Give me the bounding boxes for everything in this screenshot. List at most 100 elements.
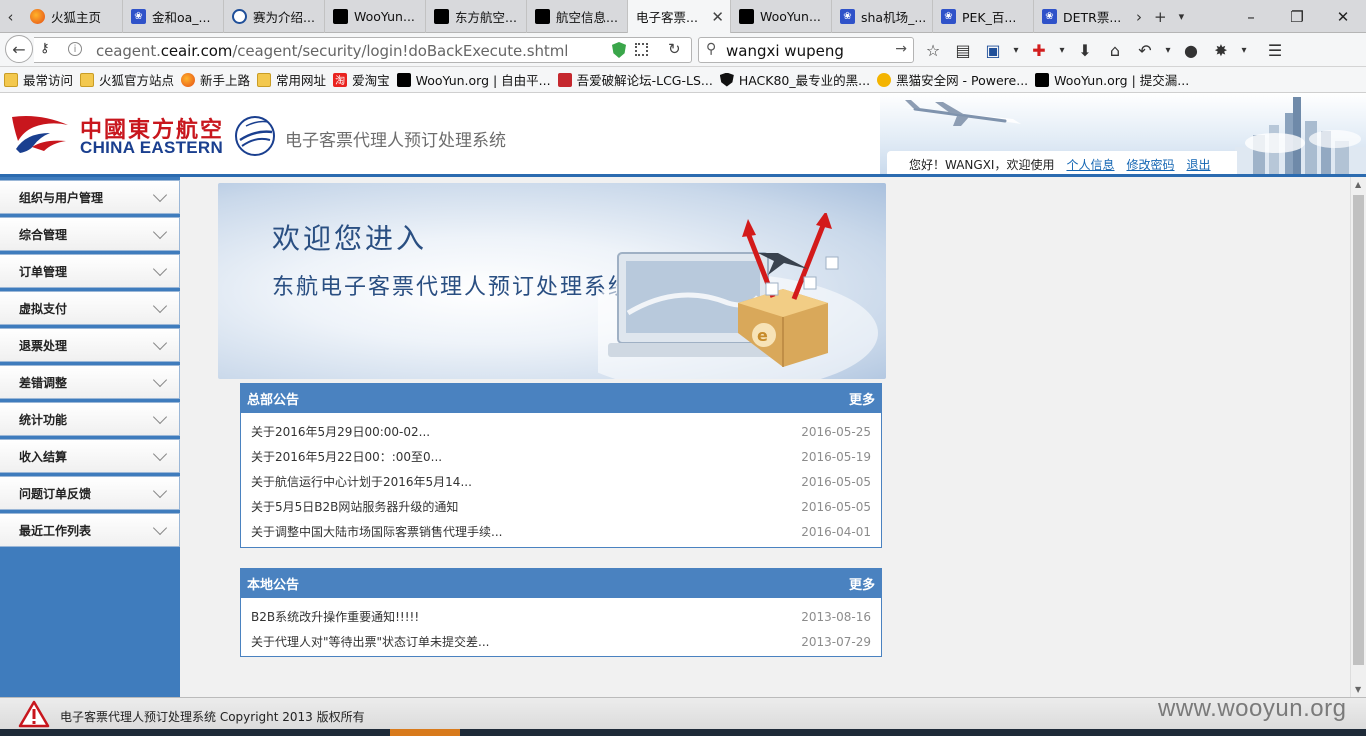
scrollbar-thumb[interactable]: [1353, 195, 1364, 665]
bookmark-item[interactable]: 吾爱破解论坛-LCG-LS...: [557, 70, 713, 89]
health-plus-icon[interactable]: ✚: [1024, 39, 1054, 61]
bookmark-item[interactable]: 新手上路: [181, 70, 250, 89]
bookmark-label: HACK80_最专业的黑...: [738, 73, 871, 88]
maximize-icon[interactable]: ❐: [1274, 0, 1320, 33]
shield-icon[interactable]: [612, 42, 626, 58]
notice-title[interactable]: 关于2016年5月29日00:00-02...: [251, 423, 430, 440]
logout-link[interactable]: 退出: [1187, 156, 1211, 173]
sidebar-item-virtual-payment[interactable]: 虚拟支付: [0, 291, 180, 325]
reload-icon[interactable]: ↻: [668, 40, 681, 58]
notice-row[interactable]: B2B系统改升操作重要通知!!!!! 2013-08-16: [251, 604, 871, 629]
profile-link[interactable]: 个人信息: [1066, 156, 1114, 173]
dropdown-icon[interactable]: ▾: [1160, 39, 1176, 61]
download-icon[interactable]: ⬇: [1070, 39, 1100, 61]
browser-tab[interactable]: ❀ DETR票...: [1034, 0, 1134, 33]
sidebar-item-order-management[interactable]: 订单管理: [0, 254, 180, 288]
save-icon[interactable]: ▣: [978, 39, 1008, 61]
sidebar-item-recent-work-list[interactable]: 最近工作列表: [0, 513, 180, 547]
taskbar-strip: [0, 729, 1366, 736]
browser-tab[interactable]: 东方航空...: [426, 0, 527, 33]
bookmark-item[interactable]: 最常访问: [4, 70, 73, 89]
sidebar-item-org-user-management[interactable]: 组织与用户管理: [0, 180, 180, 214]
url-text[interactable]: ceagent.ceair.com/ceagent/security/login…: [96, 42, 568, 60]
notice-title[interactable]: 关于5月5日B2B网站服务器升级的通知: [251, 498, 458, 515]
scroll-up-icon[interactable]: ▲: [1355, 180, 1361, 189]
address-bar[interactable]: ⚷ i ceagent.ceair.com/ceagent/security/l…: [34, 37, 692, 63]
bookmark-item[interactable]: 火狐官方站点: [80, 70, 174, 89]
bookmark-item[interactable]: 黑猫安全网 - Powere...: [877, 70, 1028, 89]
search-input[interactable]: wangxi wupeng: [726, 42, 844, 60]
vertical-scrollbar[interactable]: ▲ ▼: [1350, 177, 1366, 697]
home-icon[interactable]: ⌂: [1100, 39, 1130, 61]
notice-row[interactable]: 关于航信运行中心计划于2016年5月14... 2016-05-05: [251, 469, 871, 494]
more-link[interactable]: 更多: [849, 389, 875, 408]
warning-icon: [18, 700, 50, 728]
bookmark-star-icon[interactable]: ☆: [918, 39, 948, 61]
notice-row[interactable]: 关于代理人对"等待出票"状态订单未提交差... 2013-07-29: [251, 629, 871, 654]
tab-list-icon[interactable]: ▾: [1179, 10, 1185, 23]
browser-tab[interactable]: 赛为介绍...: [224, 0, 325, 33]
wooyun-icon: [1035, 72, 1050, 87]
addon-icon[interactable]: ✸: [1206, 39, 1236, 61]
notice-title[interactable]: B2B系统改升操作重要通知!!!!!: [251, 608, 419, 625]
dropdown-icon[interactable]: ▾: [1236, 39, 1252, 61]
dropdown-icon[interactable]: ▾: [1008, 39, 1024, 61]
search-bar[interactable]: ⚲ wangxi wupeng →: [698, 37, 914, 63]
panel-title: 总部公告: [247, 393, 300, 408]
dropdown-icon[interactable]: ▾: [1054, 39, 1070, 61]
notice-title[interactable]: 关于调整中国大陆市场国际客票销售代理手续...: [251, 523, 502, 540]
sidebar-item-label: 退票处理: [19, 338, 68, 353]
browser-tab[interactable]: WooYun...: [731, 0, 832, 33]
window-close-icon[interactable]: ✕: [1320, 0, 1366, 33]
key-icon[interactable]: ⚷: [40, 41, 50, 56]
browser-tab[interactable]: ❀ 金和oa_...: [123, 0, 224, 33]
info-icon[interactable]: i: [68, 42, 82, 56]
change-password-link[interactable]: 修改密码: [1126, 156, 1174, 173]
tab-scroll-left-icon[interactable]: ‹: [0, 0, 21, 33]
bookmark-item[interactable]: WooYun.org | 自由平...: [396, 70, 551, 89]
notice-row[interactable]: 关于5月5日B2B网站服务器升级的通知 2016-05-05: [251, 494, 871, 519]
browser-tab[interactable]: ❀ sha机场_...: [832, 0, 933, 33]
browser-tab-active[interactable]: 电子客票... ✕: [628, 0, 731, 33]
tab-scroll-right-icon[interactable]: ›: [1136, 8, 1142, 26]
notice-title[interactable]: 关于航信运行中心计划于2016年5月14...: [251, 473, 472, 490]
sidebar-item-error-adjustment[interactable]: 差错调整: [0, 365, 180, 399]
browser-tab[interactable]: ❀ PEK_百...: [933, 0, 1034, 33]
airplane-icon: [899, 100, 1021, 126]
close-tab-icon[interactable]: ✕: [711, 8, 724, 26]
notice-title[interactable]: 关于代理人对"等待出票"状态订单未提交差...: [251, 633, 489, 650]
sidebar-item-label: 虚拟支付: [19, 301, 68, 316]
bookmark-item[interactable]: HACK80_最专业的黑...: [719, 70, 871, 89]
back-button[interactable]: ←: [5, 35, 33, 63]
bookmark-label: 常用网址: [276, 73, 327, 88]
notice-title[interactable]: 关于2016年5月22日00：:00至0...: [251, 448, 442, 465]
scroll-down-icon[interactable]: ▼: [1355, 685, 1361, 694]
sidebar-item-refund-processing[interactable]: 退票处理: [0, 328, 180, 362]
menu-icon[interactable]: ☰: [1260, 39, 1290, 61]
chat-icon[interactable]: ●: [1176, 39, 1206, 61]
new-tab-icon[interactable]: +: [1154, 8, 1167, 26]
sidebar-item-problem-order-feedback[interactable]: 问题订单反馈: [0, 476, 180, 510]
chevron-down-icon: [152, 261, 168, 277]
more-link[interactable]: 更多: [849, 574, 875, 593]
sidebar-item-general-management[interactable]: 综合管理: [0, 217, 180, 251]
notice-row[interactable]: 关于2016年5月22日00：:00至0... 2016-05-19: [251, 444, 871, 469]
reading-list-icon[interactable]: ▤: [948, 39, 978, 61]
bookmark-item[interactable]: WooYun.org | 提交漏...: [1035, 70, 1189, 89]
folder-icon: [80, 72, 95, 87]
search-go-icon[interactable]: →: [895, 41, 907, 57]
browser-tab[interactable]: 航空信息...: [527, 0, 628, 33]
minimize-icon[interactable]: –: [1228, 0, 1274, 33]
undo-icon[interactable]: ↶: [1130, 39, 1160, 61]
svg-text:e: e: [757, 326, 768, 345]
browser-tab[interactable]: 火狐主页: [22, 0, 123, 33]
sidebar-item-income-settlement[interactable]: 收入结算: [0, 439, 180, 473]
bookmark-item[interactable]: 常用网址: [257, 70, 326, 89]
notice-row[interactable]: 关于调整中国大陆市场国际客票销售代理手续... 2016-04-01: [251, 519, 871, 544]
tab-label: WooYun...: [354, 9, 415, 24]
notice-row[interactable]: 关于2016年5月29日00:00-02... 2016-05-25: [251, 419, 871, 444]
sidebar-item-statistics[interactable]: 统计功能: [0, 402, 180, 436]
qr-code-icon[interactable]: [635, 43, 648, 56]
bookmark-item[interactable]: 淘爱淘宝: [333, 70, 390, 89]
browser-tab[interactable]: WooYun...: [325, 0, 426, 33]
